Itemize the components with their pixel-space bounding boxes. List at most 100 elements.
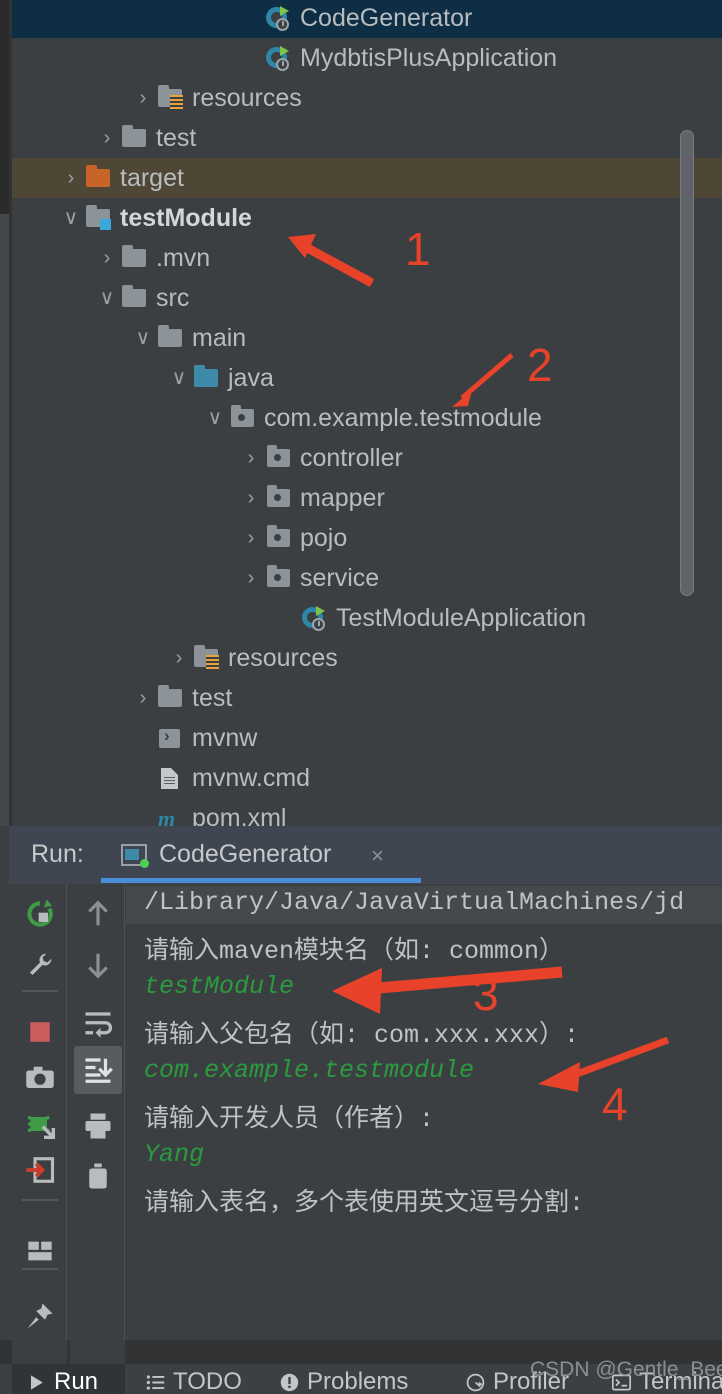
chevron-right-icon: › xyxy=(238,48,264,68)
tree-node-pojo[interactable]: › pojo xyxy=(12,518,722,558)
chevron-right-icon[interactable]: › xyxy=(130,88,156,108)
tree-node-testmoduleapplication[interactable]: › TestModuleApplication xyxy=(12,598,722,638)
tree-node-label: resources xyxy=(228,643,338,672)
window-left-edge-dark xyxy=(0,0,9,48)
tree-node-mvnw-cmd[interactable]: › mvnw.cmd xyxy=(12,758,722,798)
run-window-label: Run: xyxy=(31,840,84,868)
toolbar-secondary-tail xyxy=(70,1340,125,1364)
tree-node-pom-xml[interactable]: ›m pom.xml xyxy=(12,798,722,827)
console-line: testModule xyxy=(144,972,295,1001)
window-left-edge-light xyxy=(0,214,9,826)
tree-node-label: mapper xyxy=(300,483,385,512)
tree-node-resources[interactable]: › resources xyxy=(12,78,722,118)
chevron-right-icon[interactable]: › xyxy=(238,448,264,468)
tree-node-mydbtisplusapplication[interactable]: › MydbtisPlusApplication xyxy=(12,38,722,78)
chevron-right-icon[interactable]: › xyxy=(238,568,264,588)
tree-node-mvn[interactable]: › .mvn xyxy=(12,238,722,278)
run-toolbar-primary[interactable] xyxy=(12,884,67,1350)
status-bar-item-label: Problems xyxy=(307,1368,409,1394)
camera-snapshot-icon[interactable] xyxy=(18,1056,62,1100)
chevron-right-icon[interactable]: › xyxy=(130,688,156,708)
list-icon xyxy=(146,1371,165,1394)
module-folder-icon xyxy=(84,205,114,231)
cmd-file-icon xyxy=(156,765,186,791)
chevron-right-icon[interactable]: › xyxy=(58,168,84,188)
toolbar-primary-tail xyxy=(12,1340,67,1364)
print-icon[interactable] xyxy=(76,1104,120,1148)
project-tree[interactable]: › CodeGenerator › MydbtisPlusApplication › re… xyxy=(12,0,722,826)
project-tree-scrollbar[interactable] xyxy=(680,130,694,596)
console-line: com.example.testmodule xyxy=(144,1056,475,1085)
tree-node-src[interactable]: ∨ src xyxy=(12,278,722,318)
chevron-down-icon[interactable]: ∨ xyxy=(166,368,192,388)
run-tab-title[interactable]: CodeGenerator xyxy=(159,840,331,869)
console-line: 请输入开发人员（作者）: xyxy=(144,1105,435,1134)
soft-wrap-icon[interactable] xyxy=(76,1002,120,1046)
package-icon xyxy=(264,485,294,511)
stop-icon[interactable] xyxy=(18,1010,62,1054)
tree-node-target[interactable]: › target xyxy=(12,158,722,198)
tree-node-mvnw[interactable]: › mvnw xyxy=(12,718,722,758)
layout-icon[interactable] xyxy=(18,1229,62,1273)
chevron-right-icon: › xyxy=(238,8,264,28)
toolbar-separator xyxy=(22,1268,58,1270)
run-tool-window-header: Run: CodeGenerator × xyxy=(9,826,722,884)
tree-node-label: test xyxy=(156,123,197,152)
chevron-right-icon[interactable]: › xyxy=(238,528,264,548)
chevron-right-icon[interactable]: › xyxy=(166,648,192,668)
tree-node-resources[interactable]: › resources xyxy=(12,638,722,678)
tree-node-java[interactable]: ∨ java xyxy=(12,358,722,398)
chevron-right-icon[interactable]: › xyxy=(94,248,120,268)
tree-node-label: CodeGenerator xyxy=(300,3,473,32)
scroll-to-end-icon[interactable] xyxy=(76,1048,120,1092)
export-icon[interactable] xyxy=(18,1148,62,1192)
tree-node-label: java xyxy=(228,363,274,392)
tree-node-test[interactable]: › test xyxy=(12,678,722,718)
run-toolbar-secondary[interactable] xyxy=(70,884,125,1350)
tree-node-label: .mvn xyxy=(156,243,211,272)
chevron-right-icon[interactable]: › xyxy=(94,128,120,148)
tree-node-com-example-testmodule[interactable]: ∨ com.example.testmodule xyxy=(12,398,722,438)
chevron-down-icon[interactable]: ∨ xyxy=(130,328,156,348)
pin-icon[interactable] xyxy=(18,1294,62,1338)
chevron-right-icon[interactable]: › xyxy=(238,488,264,508)
tree-node-label: testModule xyxy=(120,203,252,232)
tree-node-codegenerator[interactable]: › CodeGenerator xyxy=(12,0,722,38)
tree-node-main[interactable]: ∨ main xyxy=(12,318,722,358)
package-icon xyxy=(228,405,258,431)
status-bar-item-run[interactable]: Run xyxy=(27,1368,98,1394)
maven-pom-icon: m xyxy=(158,806,176,827)
status-bar-item-todo[interactable]: TODO xyxy=(146,1368,242,1394)
folder-icon xyxy=(120,285,150,311)
debug-thread-icon[interactable] xyxy=(18,1102,62,1146)
console-output[interactable]: /Library/Java/JavaVirtualMachines/jd 请输入m… xyxy=(126,884,722,1350)
status-bar-item-problems[interactable]: Problems xyxy=(280,1368,408,1394)
tree-node-test[interactable]: › test xyxy=(12,118,722,158)
scroll-up-icon[interactable] xyxy=(76,892,120,936)
tree-node-service[interactable]: › service xyxy=(12,558,722,598)
status-bar-item-label: Run xyxy=(54,1368,99,1394)
chevron-down-icon[interactable]: ∨ xyxy=(94,288,120,308)
chevron-down-icon[interactable]: ∨ xyxy=(58,208,84,228)
folder-icon xyxy=(156,325,186,351)
tree-node-mapper[interactable]: › mapper xyxy=(12,478,722,518)
status-bar-item-label: TODO xyxy=(173,1368,242,1394)
trash-icon[interactable] xyxy=(76,1154,120,1198)
wrench-settings-icon[interactable] xyxy=(18,943,62,987)
tree-node-label: src xyxy=(156,283,190,312)
tree-node-label: pom.xml xyxy=(192,803,287,827)
tree-node-controller[interactable]: › controller xyxy=(12,438,722,478)
console-line: 请输入maven模块名（如: common） xyxy=(144,937,565,966)
warning-icon xyxy=(280,1371,299,1394)
chevron-down-icon[interactable]: ∨ xyxy=(202,408,228,428)
close-icon[interactable]: × xyxy=(371,843,384,869)
tree-node-testmodule[interactable]: ∨ testModule xyxy=(12,198,722,238)
rerun-icon[interactable] xyxy=(18,892,62,936)
scroll-down-icon[interactable] xyxy=(76,943,120,987)
folder-blue-icon xyxy=(192,365,222,391)
folder-orange-icon xyxy=(84,165,114,191)
play-icon xyxy=(27,1371,46,1394)
tree-node-label: target xyxy=(120,163,184,192)
watermark: CSDN @Gentle_Bee xyxy=(530,1358,722,1381)
folder-icon xyxy=(120,245,150,271)
